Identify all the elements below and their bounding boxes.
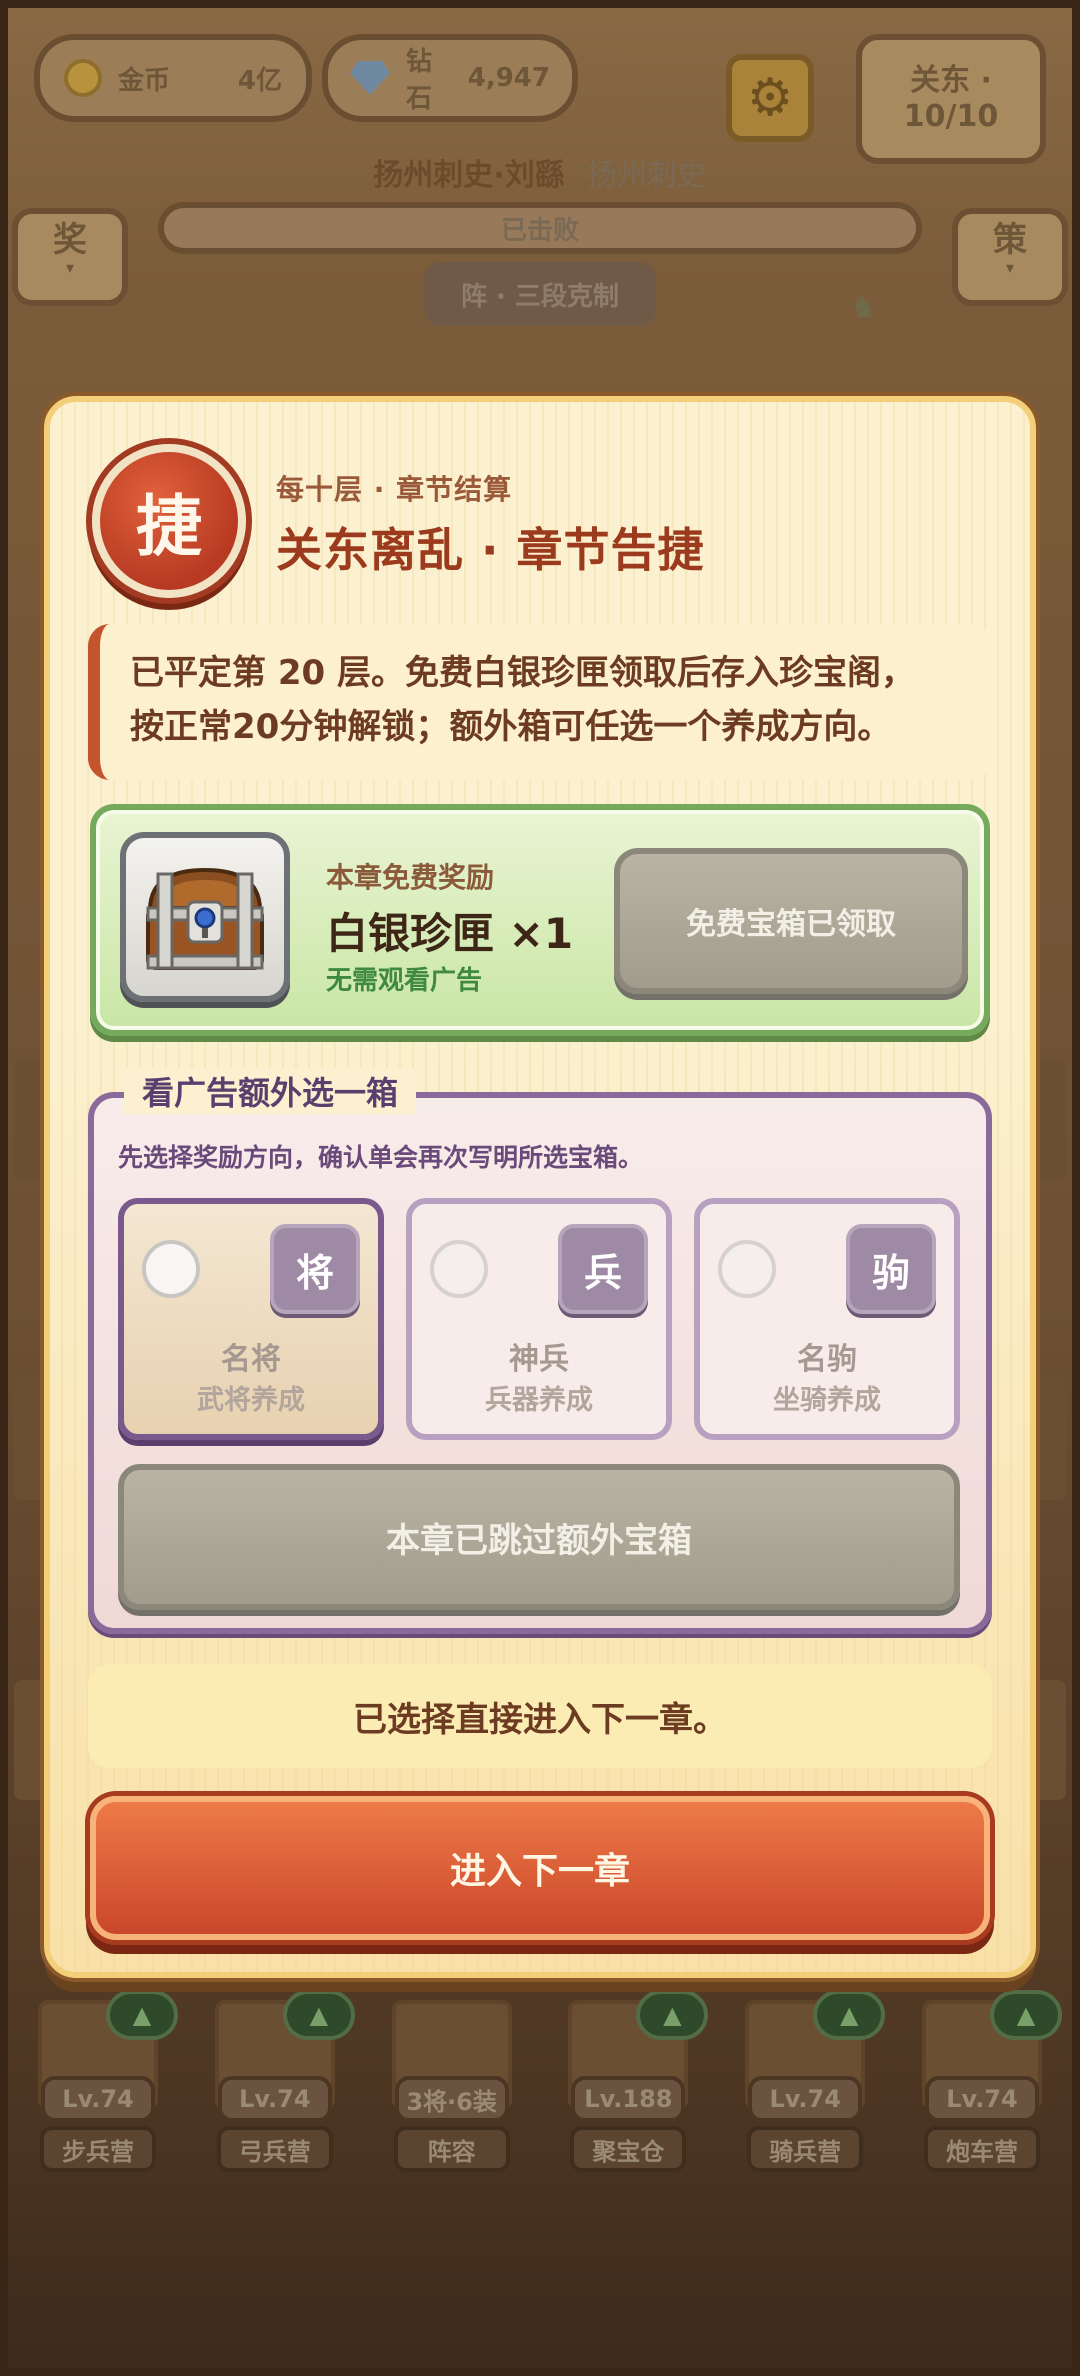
gem-icon bbox=[350, 61, 390, 95]
enemy-title: 扬州刺史·刘繇 bbox=[373, 158, 565, 193]
building-name: 弓兵营 bbox=[216, 2126, 333, 2172]
radio-icon[interactable] bbox=[142, 1240, 200, 1298]
building-name: 骑兵营 bbox=[747, 2126, 864, 2172]
reward-side-label: 奖 bbox=[53, 220, 87, 260]
coin-counter: 金币 4亿 bbox=[34, 34, 312, 122]
option-desc: 坐骑养成 bbox=[773, 1385, 881, 1416]
option-name: 神兵 bbox=[509, 1342, 569, 1377]
option-name: 名将 bbox=[221, 1342, 281, 1377]
weapon-badge-icon: 兵 bbox=[558, 1224, 648, 1314]
building-level: 3将·6装 bbox=[394, 2076, 509, 2122]
chevron-down-icon: ▾ bbox=[1005, 258, 1015, 278]
ad-section-title: 看广告额外选一箱 bbox=[124, 1068, 417, 1114]
coin-label: 金币 bbox=[118, 65, 171, 96]
gem-label: 钻石 bbox=[406, 47, 433, 114]
hp-status: 已击败 bbox=[500, 215, 579, 246]
stage-indicator[interactable]: 关东 · 10/10 bbox=[856, 34, 1046, 164]
option-name: 名驹 bbox=[797, 1342, 857, 1377]
stage-progress: 10/10 bbox=[903, 99, 999, 134]
skip-extra-chest-button[interactable]: 本章已跳过额外宝箱 bbox=[118, 1464, 960, 1610]
building-level: Lv.74 bbox=[217, 2076, 332, 2122]
option-famous-general[interactable]: 将 名将 武将养成 bbox=[118, 1198, 384, 1440]
settings-button[interactable]: ⚙ bbox=[726, 54, 814, 142]
gem-value: 4,947 bbox=[467, 63, 550, 93]
enemy-subtitle: 扬州刺史 bbox=[586, 158, 707, 193]
building-catapult[interactable]: ▲ Lv.74 炮车营 bbox=[902, 1990, 1062, 2200]
radio-icon[interactable] bbox=[718, 1240, 776, 1298]
coin-icon bbox=[64, 59, 102, 97]
upgrade-arrow-icon[interactable]: ▲ bbox=[636, 1990, 709, 2040]
next-chapter-button[interactable]: 进入下一章 bbox=[90, 1796, 990, 1940]
selection-status: 已选择直接进入下一章。 bbox=[88, 1664, 992, 1768]
building-archer[interactable]: ▲ Lv.74 弓兵营 bbox=[195, 1990, 355, 2200]
soldier-sprite-icon: ♞ bbox=[850, 290, 877, 325]
ad-section-hint: 先选择奖励方向，确认单会再次写明所选宝箱。 bbox=[118, 1143, 644, 1172]
building-lineup[interactable]: 3将·6装 阵容 bbox=[372, 2000, 532, 2200]
building-name: 炮车营 bbox=[923, 2126, 1040, 2172]
free-reward-note: 无需观看广告 bbox=[326, 966, 483, 996]
stage-title: 关东 · bbox=[910, 63, 992, 98]
steed-badge-icon: 驹 bbox=[846, 1224, 936, 1314]
strategy-side-button[interactable]: 策 ▾ bbox=[952, 208, 1068, 306]
general-badge-icon: 将 bbox=[270, 1224, 360, 1314]
victory-seal-icon: 捷 bbox=[92, 444, 246, 598]
building-name: 聚宝仓 bbox=[570, 2126, 687, 2172]
building-level: Lv.74 bbox=[41, 2076, 155, 2122]
upgrade-arrow-icon[interactable]: ▲ bbox=[106, 1990, 178, 2040]
option-desc: 兵器养成 bbox=[485, 1385, 593, 1416]
upgrade-arrow-icon[interactable]: ▲ bbox=[989, 1990, 1062, 2040]
option-divine-weapon[interactable]: 兵 神兵 兵器养成 bbox=[406, 1198, 672, 1440]
building-level: Lv.74 bbox=[748, 2076, 863, 2122]
free-reward-label: 本章免费奖励 bbox=[326, 861, 495, 894]
radio-icon[interactable] bbox=[430, 1240, 488, 1298]
coin-value: 4亿 bbox=[237, 65, 282, 96]
free-reward-card: 本章免费奖励 白银珍匣 ×1 无需观看广告 免费宝箱已领取 bbox=[90, 804, 990, 1036]
modal-title: 关东离乱 · 章节告捷 bbox=[276, 523, 705, 577]
gem-counter: 钻石 4,947 bbox=[322, 34, 578, 122]
treasure-chest-icon bbox=[146, 867, 264, 970]
settlement-notice: 已平定第 20 层。免费白银珍匣领取后存入珍宝阁， 按正常20分钟解锁；额外箱可… bbox=[88, 624, 992, 780]
strategy-side-label: 策 bbox=[993, 220, 1027, 260]
option-famous-steed[interactable]: 驹 名驹 坐骑养成 bbox=[694, 1198, 960, 1440]
chapter-settlement-modal: 捷 每十层 · 章节结算 关东离乱 · 章节告捷 已平定第 20 层。免费白银珍… bbox=[44, 396, 1036, 1978]
building-cavalry[interactable]: ▲ Lv.74 骑兵营 bbox=[725, 1990, 886, 2200]
chest-frame bbox=[120, 832, 290, 1002]
upgrade-arrow-icon[interactable]: ▲ bbox=[813, 1990, 886, 2040]
free-chest-claimed-button[interactable]: 免费宝箱已领取 bbox=[614, 848, 968, 994]
chevron-down-icon: ▾ bbox=[65, 258, 75, 278]
building-level: Lv.188 bbox=[571, 2076, 686, 2122]
option-desc: 武将养成 bbox=[197, 1385, 305, 1416]
building-treasury[interactable]: ▲ Lv.188 聚宝仓 bbox=[548, 1990, 709, 2200]
reward-side-button[interactable]: 奖 ▾ bbox=[12, 208, 128, 306]
building-level: Lv.74 bbox=[924, 2076, 1039, 2122]
modal-kicker: 每十层 · 章节结算 bbox=[276, 473, 513, 506]
building-name: 阵容 bbox=[393, 2126, 510, 2172]
free-reward-item: 白银珍匣 ×1 bbox=[326, 909, 574, 958]
gear-icon: ⚙ bbox=[746, 68, 794, 128]
enemy-title-row: 扬州刺史·刘繇 扬州刺史 bbox=[0, 150, 1080, 194]
ad-extra-chest-section: 看广告额外选一箱 先选择奖励方向，确认单会再次写明所选宝箱。 将 名将 武将养成… bbox=[88, 1068, 992, 1634]
building-infantry[interactable]: ▲ Lv.74 步兵营 bbox=[18, 1990, 178, 2200]
notice-line-2: 按正常20分钟解锁；额外箱可任选一个养成方向。 bbox=[130, 707, 892, 747]
enemy-hp-bar: 已击败 bbox=[158, 202, 922, 254]
building-bar: ▲ Lv.74 步兵营 ▲ Lv.74 弓兵营 3将·6装 阵容 ▲ Lv.18… bbox=[18, 1990, 1062, 2200]
upgrade-arrow-icon[interactable]: ▲ bbox=[282, 1990, 355, 2040]
building-name: 步兵营 bbox=[40, 2126, 156, 2172]
notice-line-1: 已平定第 20 层。免费白银珍匣领取后存入珍宝阁， bbox=[130, 653, 915, 693]
formation-tag: 阵 · 三段克制 bbox=[424, 262, 656, 326]
